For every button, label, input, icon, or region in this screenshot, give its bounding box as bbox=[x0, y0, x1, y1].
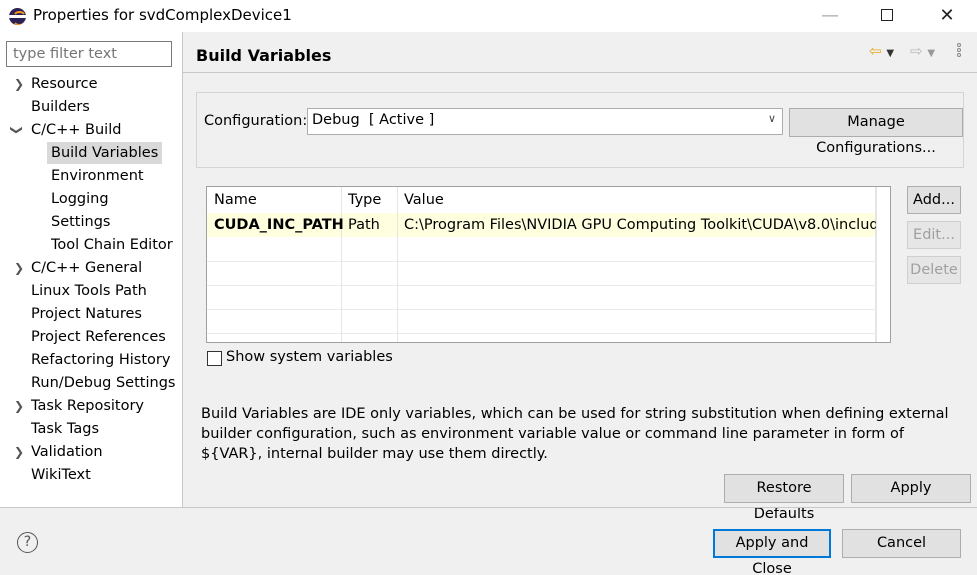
maximize-button[interactable] bbox=[875, 4, 899, 28]
table-cell-type[interactable]: Path bbox=[341, 213, 380, 237]
sidebar-item-project-references[interactable]: Project References bbox=[31, 326, 166, 348]
sidebar-item-resource[interactable]: Resource bbox=[31, 73, 98, 95]
filter-input[interactable] bbox=[6, 41, 172, 67]
chevron-right-icon[interactable]: ❯ bbox=[14, 73, 24, 95]
close-button[interactable]: ✕ bbox=[935, 4, 959, 28]
chevron-right-icon[interactable]: ❯ bbox=[14, 257, 24, 279]
edit-button[interactable]: Edit... bbox=[907, 221, 961, 249]
table-scrollbar[interactable] bbox=[876, 187, 890, 342]
chevron-down-icon[interactable]: ❯ bbox=[6, 125, 28, 135]
minimize-button[interactable]: — bbox=[818, 4, 842, 28]
delete-button[interactable]: Delete bbox=[907, 256, 961, 284]
configuration-label: Configuration: bbox=[204, 113, 308, 129]
sidebar-item-linux-tools-path[interactable]: Linux Tools Path bbox=[31, 280, 147, 302]
description-text: Build Variables are IDE only variables, … bbox=[201, 406, 949, 462]
title-bar: Properties for svdComplexDevice1 — ✕ bbox=[0, 0, 977, 32]
configuration-value: Debug [ Active ] bbox=[312, 112, 435, 128]
sidebar-item-wikitext[interactable]: WikiText bbox=[31, 464, 91, 486]
sidebar-item-cpp-build[interactable]: C/C++ Build bbox=[31, 119, 121, 141]
show-system-variables-label[interactable]: Show system variables bbox=[226, 349, 393, 365]
help-icon[interactable]: ? bbox=[17, 532, 38, 553]
row-divider bbox=[207, 285, 877, 286]
chevron-down-icon: ∨ bbox=[767, 112, 776, 125]
forward-dropdown-icon[interactable]: ▼ bbox=[927, 48, 935, 59]
sidebar-item-task-tags[interactable]: Task Tags bbox=[31, 418, 99, 440]
sidebar-item-project-natures[interactable]: Project Natures bbox=[31, 303, 142, 325]
more-options-icon[interactable] bbox=[956, 42, 964, 62]
table-cell-value[interactable]: C:\Program Files\NVIDIA GPU Computing To… bbox=[397, 213, 888, 237]
header-separator bbox=[183, 72, 977, 73]
chevron-right-icon[interactable]: ❯ bbox=[14, 441, 24, 463]
column-header-value[interactable]: Value bbox=[397, 187, 444, 213]
row-divider bbox=[207, 333, 877, 334]
sidebar-item-builders[interactable]: Builders bbox=[31, 96, 90, 118]
footer-separator bbox=[0, 507, 977, 508]
column-divider bbox=[341, 187, 342, 342]
sidebar-item-build-variables[interactable]: Build Variables bbox=[47, 142, 163, 164]
sidebar-item-tool-chain-editor[interactable]: Tool Chain Editor bbox=[51, 234, 173, 256]
table-cell-name[interactable]: CUDA_INC_PATH bbox=[207, 213, 344, 237]
forward-arrow-icon[interactable]: ⇨ ▼ bbox=[910, 42, 935, 62]
build-variables-table[interactable]: Name Type Value CUDA_INC_PATH Path C:\Pr… bbox=[206, 186, 891, 343]
configuration-select[interactable]: Debug [ Active ] ∨ bbox=[307, 108, 783, 135]
sidebar-item-settings[interactable]: Settings bbox=[51, 211, 110, 233]
row-divider bbox=[207, 261, 877, 262]
sidebar-item-task-repository[interactable]: Task Repository bbox=[31, 395, 144, 417]
column-header-name[interactable]: Name bbox=[207, 187, 257, 213]
sidebar-item-run-debug-settings[interactable]: Run/Debug Settings bbox=[31, 372, 175, 394]
row-divider bbox=[207, 309, 877, 310]
column-header-type[interactable]: Type bbox=[341, 187, 381, 213]
sidebar-item-environment[interactable]: Environment bbox=[51, 165, 144, 187]
cancel-button[interactable]: Cancel bbox=[842, 529, 961, 558]
back-dropdown-icon[interactable]: ▼ bbox=[886, 48, 894, 59]
sidebar-item-validation[interactable]: Validation bbox=[31, 441, 103, 463]
window-title: Properties for svdComplexDevice1 bbox=[33, 6, 292, 24]
sidebar-item-logging[interactable]: Logging bbox=[51, 188, 109, 210]
page-title: Build Variables bbox=[196, 46, 332, 65]
maximize-icon bbox=[881, 9, 893, 21]
apply-and-close-button[interactable]: Apply and Close bbox=[713, 529, 831, 575]
add-button[interactable]: Add... bbox=[907, 186, 961, 214]
apply-button[interactable]: Apply bbox=[851, 474, 971, 503]
column-divider bbox=[397, 187, 398, 342]
sidebar-item-cpp-general[interactable]: C/C++ General bbox=[31, 257, 142, 279]
chevron-right-icon[interactable]: ❯ bbox=[14, 395, 24, 417]
show-system-variables-checkbox[interactable] bbox=[207, 351, 222, 366]
manage-configurations-button[interactable]: Manage Configurations... bbox=[789, 108, 963, 156]
back-arrow-icon[interactable]: ⇦ ▼ bbox=[869, 42, 894, 62]
restore-defaults-button[interactable]: Restore Defaults bbox=[724, 474, 844, 522]
eclipse-app-icon bbox=[9, 8, 26, 25]
sidebar-item-refactoring-history[interactable]: Refactoring History bbox=[31, 349, 170, 371]
